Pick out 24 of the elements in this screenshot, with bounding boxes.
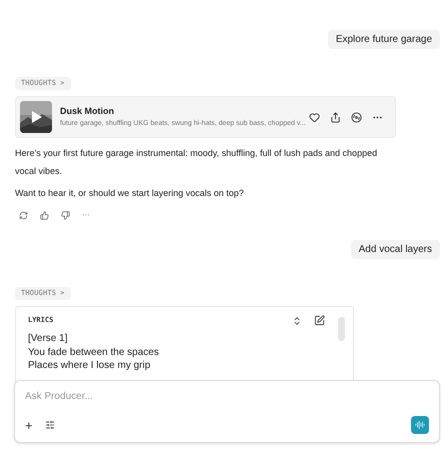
add-button[interactable]: + (25, 418, 33, 432)
prompt-input[interactable]: Ask Producer... (25, 389, 429, 404)
more-button[interactable]: ··· (82, 206, 90, 224)
edit-icon[interactable] (314, 315, 325, 326)
track-title: Dusk Motion (60, 105, 115, 118)
lyric-line: You fade between the spaces (28, 346, 160, 359)
expand-icon[interactable] (292, 316, 302, 326)
scrollbar-thumb[interactable] (338, 317, 345, 341)
retry-icon[interactable] (19, 210, 28, 220)
thumbs-up-icon[interactable] (40, 210, 49, 220)
waveform-icon (415, 420, 425, 430)
thumbs-down-icon[interactable] (61, 210, 70, 220)
user-message: Explore future garage (328, 30, 440, 49)
settings-icon[interactable] (44, 420, 55, 430)
voice-button[interactable] (411, 416, 429, 434)
lyric-line: [Verse 1] (28, 332, 68, 346)
heart-icon[interactable] (309, 112, 320, 122)
play-icon[interactable] (32, 111, 42, 123)
assistant-paragraph: Here's your first future garage instrumental: moody, shuffling, full of lush pads and chopped vocal vibes. (15, 147, 378, 178)
assistant-paragraph: Want to hear it, or should we start layering vocals on top? (15, 187, 245, 200)
share-icon[interactable] (330, 112, 341, 122)
lyric-line: Places where I lose my grip (28, 359, 152, 372)
user-message: Add vocal layers (350, 240, 440, 259)
disc-icon[interactable] (351, 112, 362, 122)
